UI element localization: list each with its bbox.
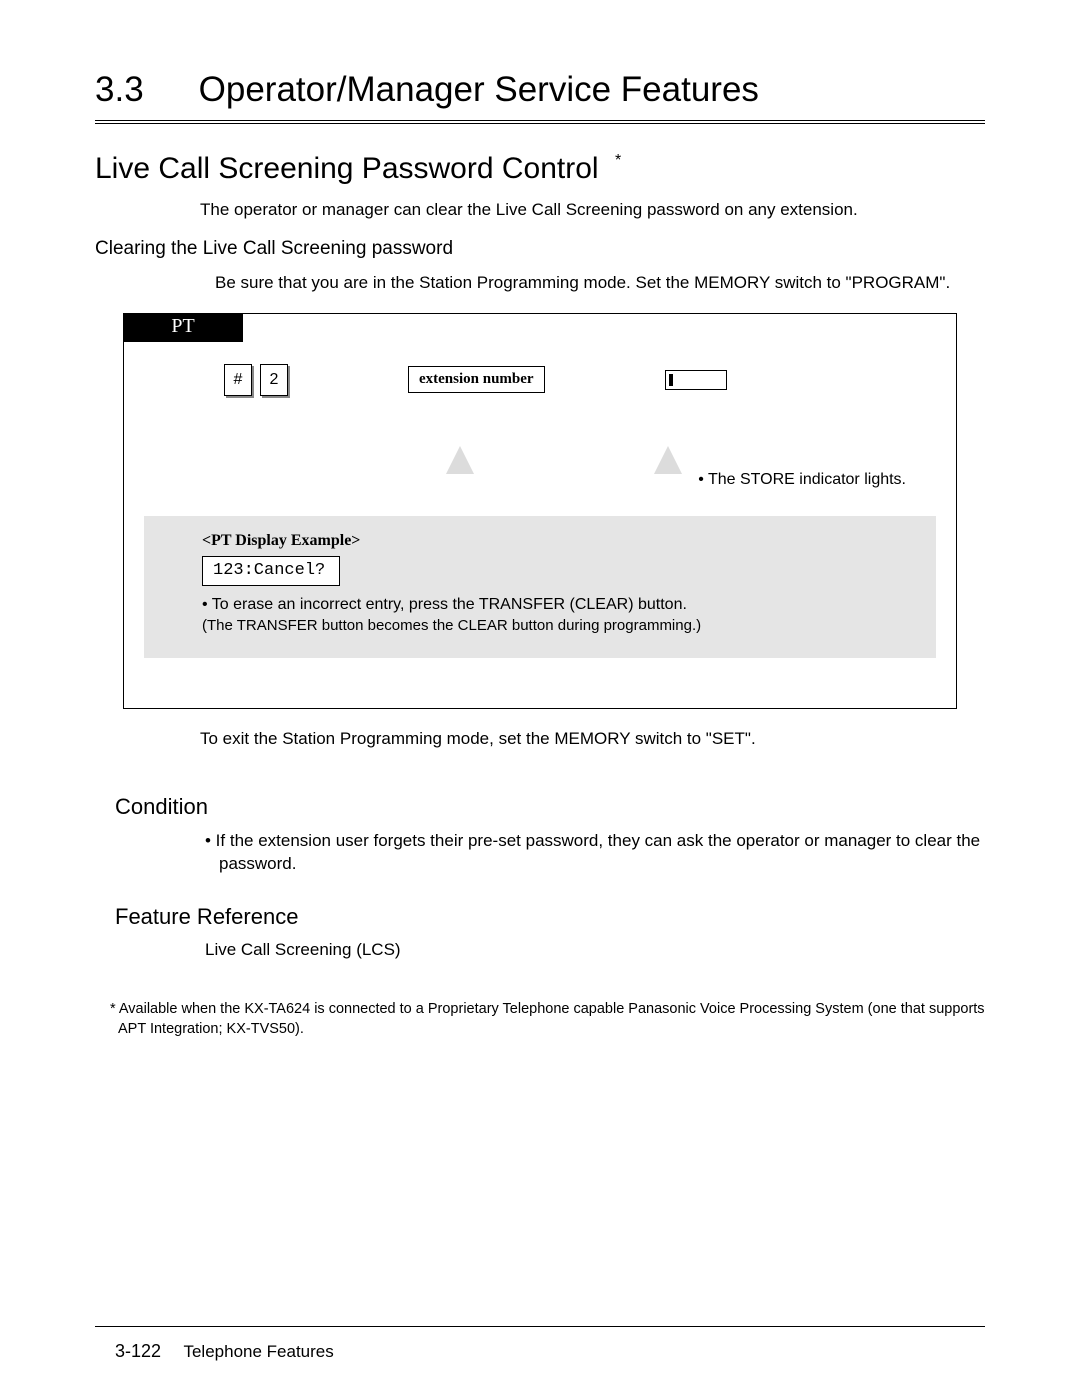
feature-reference-title: Feature Reference [115, 904, 985, 930]
section-number: 3.3 [95, 70, 144, 110]
display-value: 123:Cancel? [202, 556, 340, 587]
step-row: # 2 extension number [124, 342, 956, 406]
keycap-two: 2 [260, 364, 288, 396]
keycap-hash: # [224, 364, 252, 396]
store-indicator-note: • The STORE indicator lights. [698, 471, 906, 489]
erase-sub-note: (The TRANSFER button becomes the CLEAR b… [202, 616, 918, 636]
sub-action-title: Clearing the Live Call Screening passwor… [95, 238, 985, 260]
header-rule [95, 120, 985, 124]
exit-instruction: To exit the Station Programming mode, se… [200, 729, 985, 749]
footer: 3-122 Telephone Features [115, 1341, 334, 1362]
store-button-icon [665, 370, 727, 390]
procedure-box: PT # 2 extension number • The STORE indi… [123, 313, 957, 709]
erase-note: • To erase an incorrect entry, press the… [202, 594, 918, 616]
arrow-icon [446, 446, 474, 474]
condition-title: Condition [115, 794, 985, 820]
topic-title-text: Live Call Screening Password Control [95, 152, 599, 185]
display-label: <PT Display Example> [202, 530, 918, 552]
condition-body: • If the extension user forgets their pr… [205, 830, 985, 876]
page: 3.3 Operator/Manager Service Features Li… [0, 0, 1080, 1397]
arrow-row: • The STORE indicator lights. [124, 406, 956, 516]
topic-title: Live Call Screening Password Control * [95, 152, 985, 186]
display-panel: <PT Display Example> 123:Cancel? • To er… [144, 516, 936, 658]
page-number: 3-122 [115, 1341, 161, 1361]
intro-text: The operator or manager can clear the Li… [200, 200, 985, 220]
pt-tab: PT [123, 313, 243, 342]
section-header: 3.3 Operator/Manager Service Features [95, 70, 985, 110]
feature-reference-body: Live Call Screening (LCS) [205, 940, 985, 960]
section-title: Operator/Manager Service Features [199, 70, 759, 110]
footnote-mark-icon: * [615, 152, 621, 170]
arrow-icon [654, 446, 682, 474]
keycap-group: # 2 [224, 364, 288, 396]
instruction-text: Be sure that you are in the Station Prog… [215, 272, 985, 295]
footnote-text: * Available when the KX-TA624 is connect… [110, 1000, 985, 1039]
footer-rule [95, 1326, 985, 1327]
extension-number-box: extension number [408, 366, 545, 393]
footer-label: Telephone Features [183, 1342, 333, 1361]
